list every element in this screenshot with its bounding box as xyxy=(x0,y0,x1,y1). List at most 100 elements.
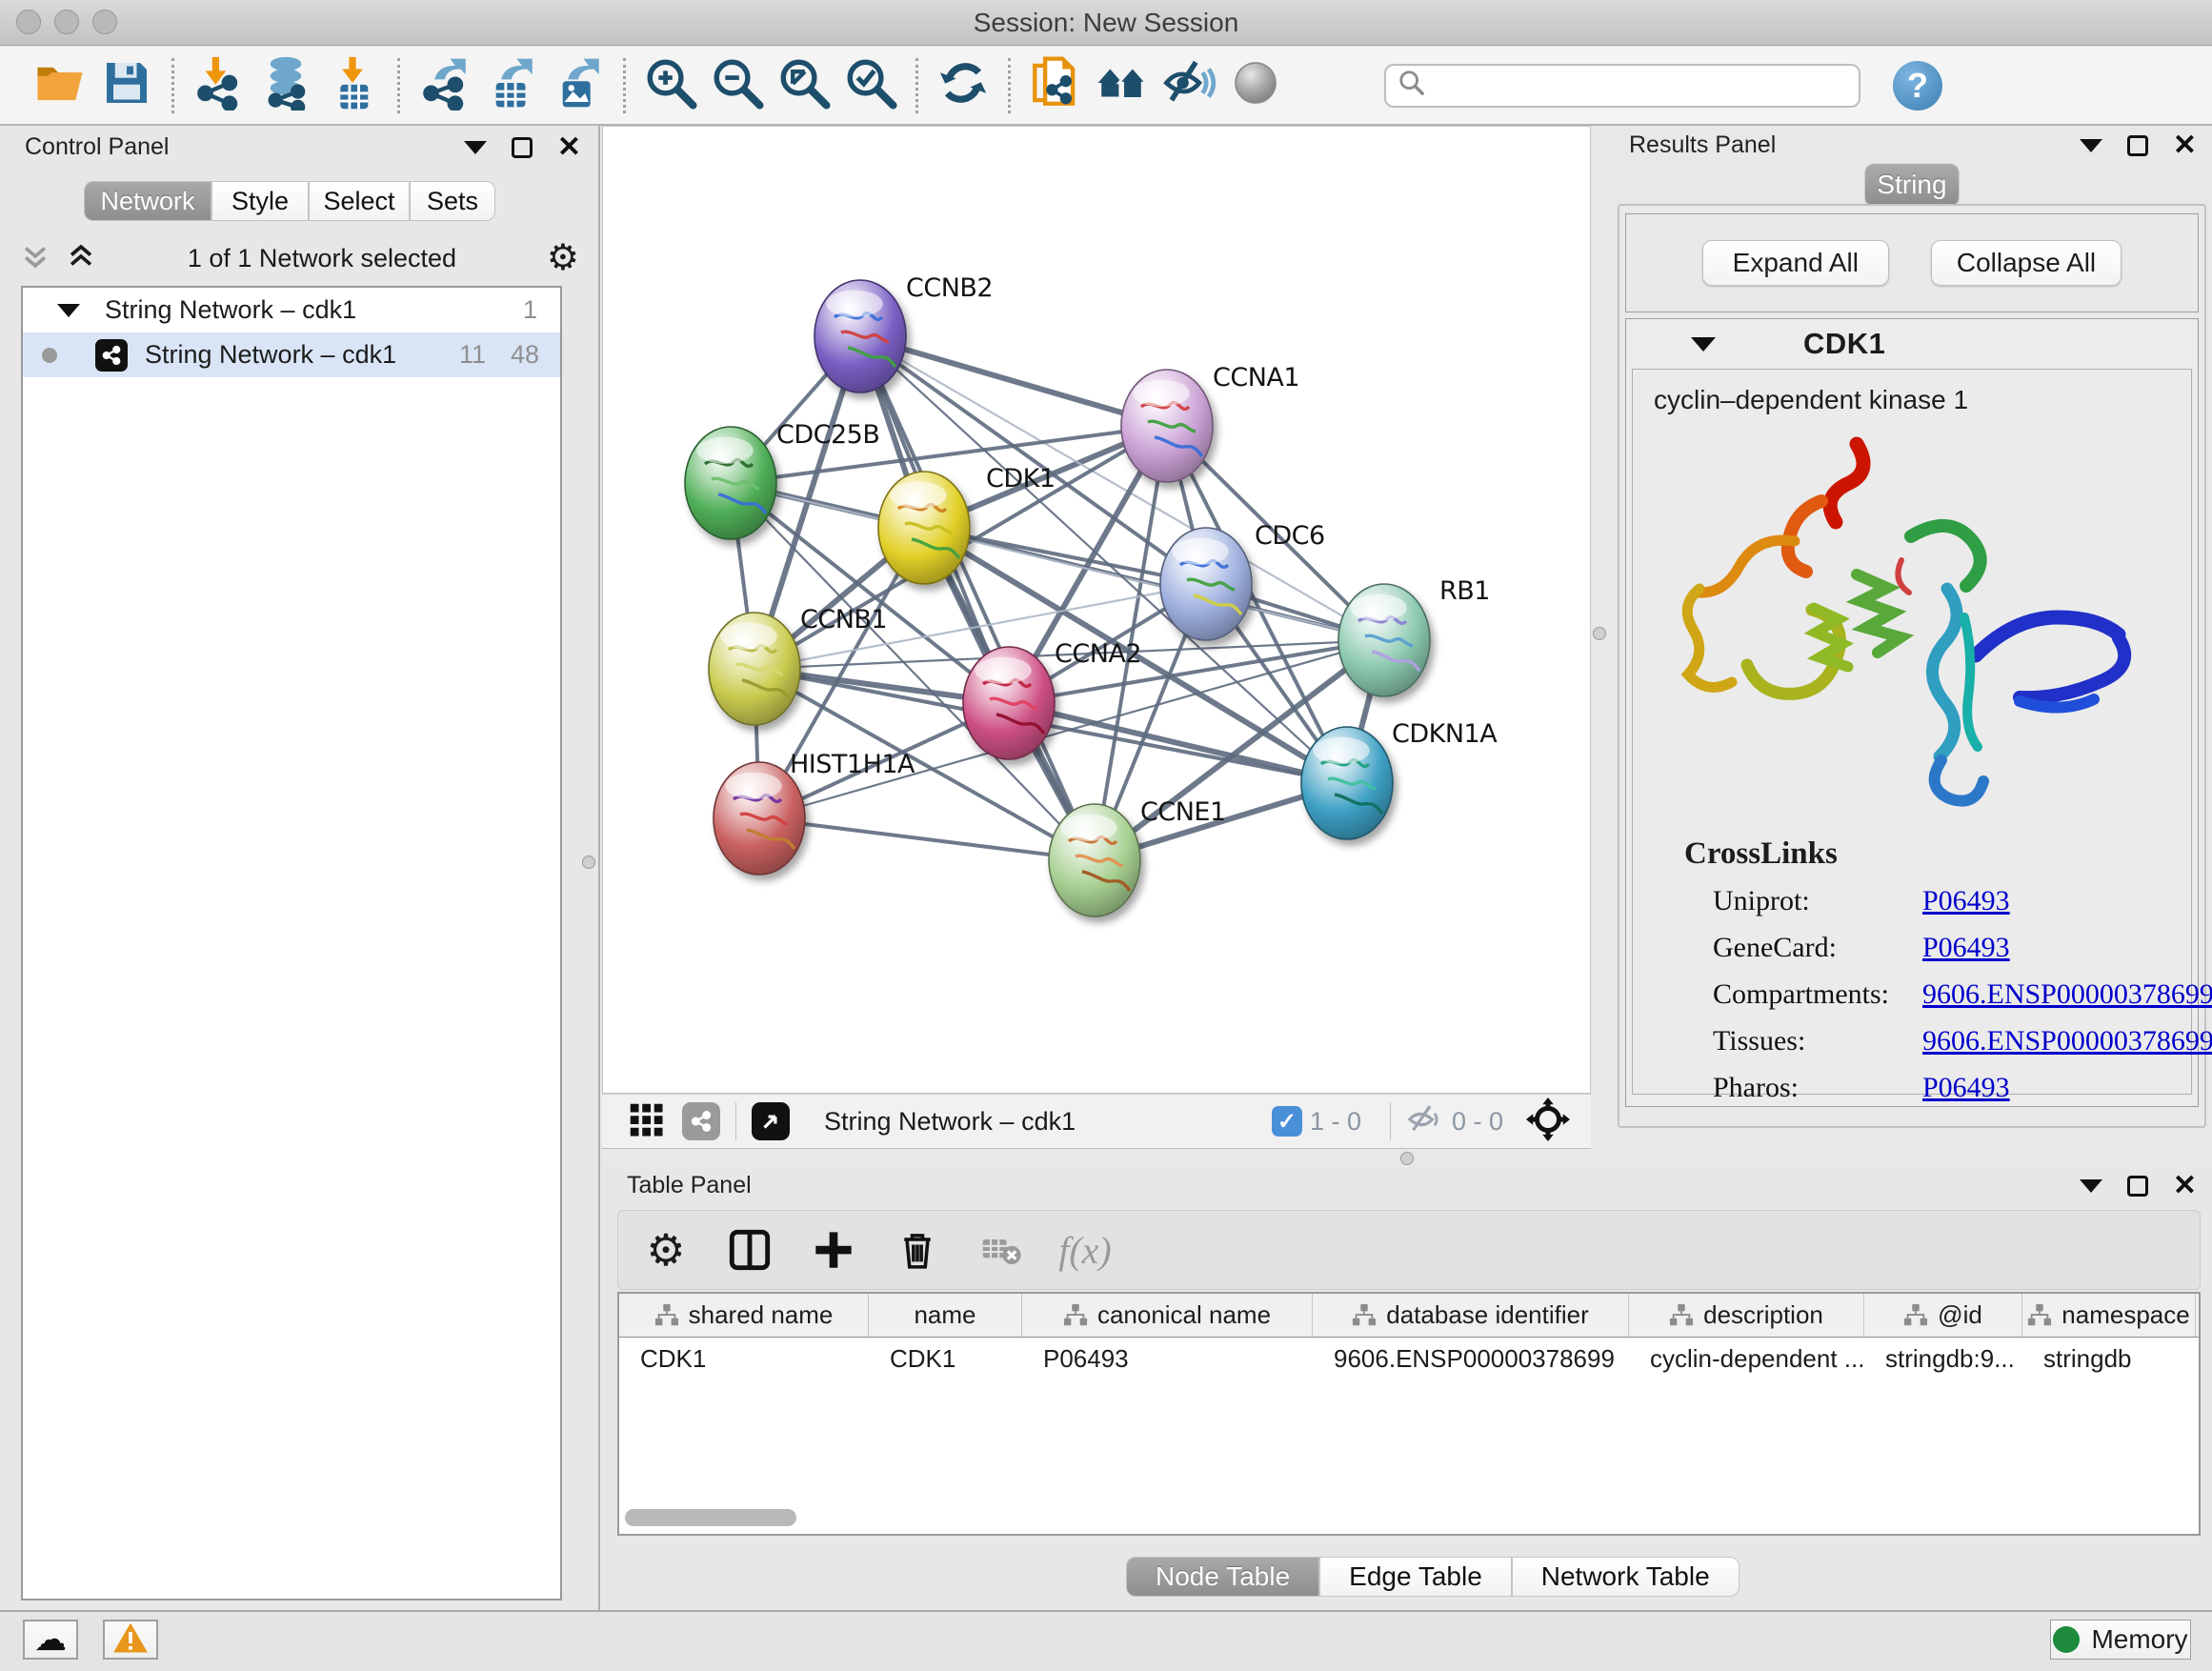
table-cell[interactable]: 9606.ENSP00000378699 xyxy=(1313,1338,1629,1379)
table-options-gear-button[interactable]: ⚙ xyxy=(639,1223,693,1277)
node-CCNB2[interactable]: CCNB2 xyxy=(814,273,993,393)
eye-slash-icon xyxy=(1161,55,1217,115)
table-cell[interactable]: stringdb:9... xyxy=(1864,1338,2022,1379)
warnings-button[interactable] xyxy=(103,1620,158,1660)
node-CCNA1[interactable]: CCNA1 xyxy=(1121,363,1299,482)
node-CDK1[interactable]: CDK1 xyxy=(878,464,1056,584)
crosslink-link[interactable]: P06493 xyxy=(1922,932,2010,964)
table-cell[interactable]: P06493 xyxy=(1022,1338,1313,1379)
node-CDC6[interactable]: CDC6 xyxy=(1160,521,1325,640)
column-header-name[interactable]: name xyxy=(869,1294,1022,1337)
tab-node-table[interactable]: Node Table xyxy=(1126,1557,1319,1597)
node-RB1[interactable]: RB1 xyxy=(1338,576,1490,696)
tab-network-table[interactable]: Network Table xyxy=(1512,1557,1739,1597)
tab-edge-table[interactable]: Edge Table xyxy=(1319,1557,1512,1597)
crosslink-link[interactable]: 9606.ENSP00000378699 xyxy=(1922,978,2212,1011)
float-panel-icon[interactable] xyxy=(464,141,487,154)
network-options-gear-button[interactable]: ⚙ xyxy=(547,242,579,274)
node-HIST1H1A[interactable]: HIST1H1A xyxy=(714,750,915,875)
delete-column-button[interactable] xyxy=(891,1223,944,1277)
column-header--id[interactable]: @id xyxy=(1864,1294,2022,1337)
memory-button[interactable]: Memory xyxy=(2050,1620,2191,1660)
tab-sets[interactable]: Sets xyxy=(410,181,495,221)
selected-nodes-checkbox[interactable]: ✓ xyxy=(1272,1106,1302,1137)
collapse-all-button[interactable]: Collapse All xyxy=(1931,240,2122,286)
results-panel-title: Results Panel xyxy=(1629,131,1776,159)
close-results-icon[interactable]: ✕ xyxy=(2173,135,2197,156)
gene-description: cyclin–dependent kinase 1 xyxy=(1654,385,2191,415)
table-cell[interactable]: CDK1 xyxy=(619,1338,869,1379)
crosslink-label: Pharos: xyxy=(1713,1072,1922,1104)
table-cell[interactable]: stringdb xyxy=(2022,1338,2196,1379)
collapse-all-icon[interactable] xyxy=(19,240,51,277)
column-header-label: @id xyxy=(1938,1300,1982,1330)
node-CCNE1[interactable]: CCNE1 xyxy=(1049,797,1226,916)
detach-view-icon[interactable] xyxy=(752,1102,790,1140)
tab-style[interactable]: Style xyxy=(211,181,309,221)
bottom-splitter-handle[interactable] xyxy=(1400,1152,1414,1165)
network-row-selected[interactable]: String Network – cdk1 11 48 xyxy=(23,332,560,377)
node-label-CDC25B: CDC25B xyxy=(776,420,879,450)
close-table-icon[interactable]: ✕ xyxy=(2173,1176,2197,1197)
node-CDC25B[interactable]: CDC25B xyxy=(685,420,879,539)
crosslink-link[interactable]: 9606.ENSP00000378699 xyxy=(1922,1025,2212,1057)
import-network-icon xyxy=(191,55,247,115)
network-collection-row[interactable]: String Network – cdk1 1 xyxy=(23,288,560,332)
right-splitter-handle[interactable] xyxy=(1593,627,1606,640)
column-header-namespace[interactable]: namespace xyxy=(2022,1294,2196,1337)
network-view: CCNB2CCNA1CDC25BCDK1CDC6RB1CCNB1CCNA2CDK… xyxy=(602,126,1591,1094)
crosslink-label: GeneCard: xyxy=(1713,932,1922,964)
crosslinks-section: CrossLinks Uniprot:P06493GeneCard:P06493… xyxy=(1684,836,2212,1118)
column-hierarchy-icon xyxy=(654,1303,679,1328)
column-header-canonical-name[interactable]: canonical name xyxy=(1022,1294,1313,1337)
float-table-icon[interactable] xyxy=(2080,1179,2102,1193)
node-label-CCNA1: CCNA1 xyxy=(1213,363,1299,393)
table-row[interactable]: CDK1CDK1P064939606.ENSP00000378699cyclin… xyxy=(619,1338,2199,1379)
window-titlebar: Session: New Session xyxy=(0,0,2212,46)
selected-count: 1 - 0 xyxy=(1310,1107,1361,1137)
node-CDKN1A[interactable]: CDKN1A xyxy=(1301,719,1498,839)
tab-network[interactable]: Network xyxy=(84,181,211,221)
column-header-description[interactable]: description xyxy=(1629,1294,1864,1337)
application-window: { "window": { "title": "Session: New Ses… xyxy=(0,0,2212,1671)
table-cell[interactable]: cyclin-dependent ... xyxy=(1629,1338,1864,1379)
share-view-icon[interactable] xyxy=(682,1102,720,1140)
maximize-table-icon[interactable] xyxy=(2127,1176,2148,1197)
grid-view-icon[interactable] xyxy=(627,1100,665,1143)
node-label-CCNA2: CCNA2 xyxy=(1055,639,1141,669)
add-column-button[interactable] xyxy=(807,1223,860,1277)
maximize-panel-icon[interactable] xyxy=(512,137,533,158)
tab-select[interactable]: Select xyxy=(309,181,410,221)
table-header-row: shared namename canonical name database id… xyxy=(619,1294,2199,1338)
column-header-label: canonical name xyxy=(1097,1300,1271,1330)
cloud-button[interactable]: ☁ xyxy=(23,1620,78,1660)
column-hierarchy-icon xyxy=(2027,1303,2052,1328)
column-header-database-identifier[interactable]: database identifier xyxy=(1313,1294,1629,1337)
function-builder-button[interactable]: f(x) xyxy=(1058,1223,1112,1277)
fit-content-crosshair-icon[interactable] xyxy=(1526,1097,1570,1146)
expand-all-icon[interactable] xyxy=(65,240,97,277)
left-splitter-handle[interactable] xyxy=(582,856,595,869)
export-network-icon xyxy=(417,55,473,115)
search-input[interactable] xyxy=(1426,70,1826,100)
show-columns-button[interactable] xyxy=(723,1223,776,1277)
crosslink-link[interactable]: P06493 xyxy=(1922,1072,2010,1104)
hidden-eye-slash-icon[interactable] xyxy=(1406,1100,1444,1143)
warning-icon xyxy=(112,1621,149,1659)
help-button[interactable]: ? xyxy=(1893,61,1942,111)
float-results-icon[interactable] xyxy=(2080,139,2102,152)
close-panel-icon[interactable]: ✕ xyxy=(557,137,581,158)
crosslink-link[interactable]: P06493 xyxy=(1922,885,2010,917)
maximize-results-icon[interactable] xyxy=(2127,135,2148,156)
results-panel: Results Panel ✕ String Expand All Collap… xyxy=(1610,126,2212,1166)
expand-all-button[interactable]: Expand All xyxy=(1702,240,1889,286)
table-cell[interactable]: CDK1 xyxy=(869,1338,1022,1379)
column-header-shared-name[interactable]: shared name xyxy=(619,1294,869,1337)
tree-expand-arrow-icon[interactable] xyxy=(57,304,80,317)
section-collapse-arrow-icon[interactable] xyxy=(1691,337,1716,352)
network-canvas[interactable]: CCNB2CCNA1CDC25BCDK1CDC6RB1CCNB1CCNA2CDK… xyxy=(603,127,1590,1093)
network-collection-label: String Network – cdk1 xyxy=(105,295,356,325)
horizontal-scrollbar-thumb[interactable] xyxy=(625,1509,796,1526)
tab-string[interactable]: String xyxy=(1865,164,1959,206)
delete-table-button[interactable] xyxy=(975,1223,1028,1277)
